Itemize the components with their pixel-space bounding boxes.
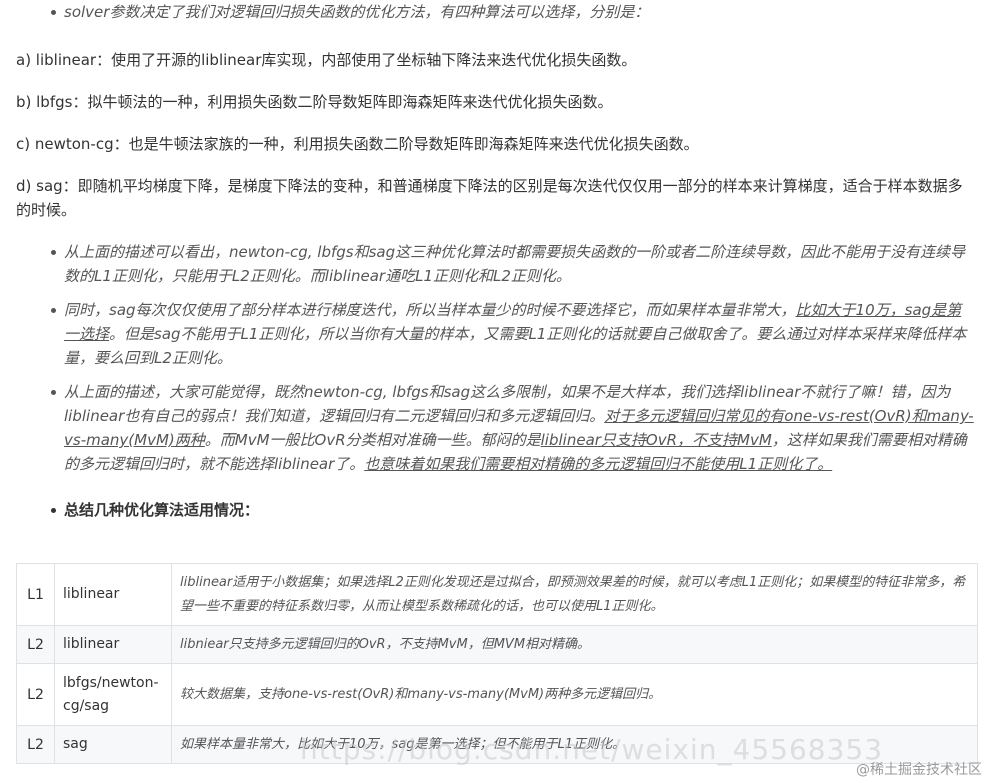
solver-cell: liblinear <box>54 563 172 626</box>
reg-cell: L1 <box>16 563 55 626</box>
intro-text: solver参数决定了我们对逻辑回归损失函数的优化方法，有四种算法可以选择，分别… <box>64 3 650 21</box>
summary-title: 总结几种优化算法适用情况： <box>64 501 260 519</box>
note-bullet-2: 同时，sag每次仅仅使用了部分样本进行梯度迭代，所以当样本量少的时候不要选择它，… <box>16 298 974 370</box>
algo-newton-cg: c) newton-cg：也是牛顿法家族的一种，利用损失函数二阶导数矩阵即海森矩… <box>16 135 699 153</box>
solver-cell: liblinear <box>54 625 172 664</box>
desc-cell: libniear只支持多元逻辑回归的OvR，不支持MvM，但MVM相对精确。 <box>171 625 978 664</box>
note-3-text: 从上面的描述，大家可能觉得，既然newton-cg, lbfgs和sag这么多限… <box>48 380 974 476</box>
algo-sag: d) sag：即随机平均梯度下降，是梯度下降法的变种，和普通梯度下降法的区别是每… <box>16 177 963 219</box>
note-1-text: 从上面的描述可以看出，newton-cg, lbfgs和sag这三种优化算法时都… <box>64 243 966 285</box>
algo-liblinear: a) liblinear：使用了开源的liblinear库实现，内部使用了坐标轴… <box>16 51 637 69</box>
bullet-dot <box>51 308 56 313</box>
note-3-underlined-3: 也意味着如果我们需要相对精确的多元逻辑回归不能使用L1正则化了。 <box>364 455 833 473</box>
desc-cell: 较大数据集，支持one-vs-rest(OvR)和many-vs-many(Mv… <box>171 663 978 726</box>
site-watermark: @稀土掘金技术社区 <box>856 762 982 778</box>
url-watermark: https://blog.csdn.net/weixin_45568353 <box>300 733 884 766</box>
solver-cell: sag <box>54 725 172 764</box>
intro-bullet: solver参数决定了我们对逻辑回归损失函数的优化方法，有四种算法可以选择，分别… <box>16 0 974 24</box>
bullet-dot <box>51 508 56 513</box>
summary-bullet: 总结几种优化算法适用情况： <box>16 498 974 522</box>
table-row: L2 lbfgs/newton-cg/sag 较大数据集，支持one-vs-re… <box>16 663 978 726</box>
note-3-part-b: 。而MvM一般比OvR分类相对准确一些。郁闷的是 <box>204 431 541 449</box>
algo-lbfgs: b) lbfgs：拟牛顿法的一种，利用损失函数二阶导数矩阵即海森矩阵来迭代优化损… <box>16 93 613 111</box>
reg-cell: L2 <box>16 725 55 764</box>
bullet-dot <box>51 250 56 255</box>
note-2-text: 同时，sag每次仅仅使用了部分样本进行梯度迭代，所以当样本量少的时候不要选择它，… <box>48 298 974 370</box>
reg-cell: L2 <box>16 625 55 664</box>
bullet-dot <box>51 10 56 15</box>
table-row: L2 liblinear libniear只支持多元逻辑回归的OvR，不支持Mv… <box>16 625 978 664</box>
note-2-part-b: 。但是sag不能用于L1正则化，所以当你有大量的样本，又需要L1正则化的话就要自… <box>64 325 967 367</box>
note-bullet-3: 从上面的描述，大家可能觉得，既然newton-cg, lbfgs和sag这么多限… <box>16 380 974 476</box>
solver-cell: lbfgs/newton-cg/sag <box>54 663 172 726</box>
article-body: solver参数决定了我们对逻辑回归损失函数的优化方法，有四种算法可以选择，分别… <box>0 0 990 522</box>
table-row: L1 liblinear liblinear适用于小数据集；如果选择L2正则化发… <box>16 563 978 626</box>
desc-cell: liblinear适用于小数据集；如果选择L2正则化发现还是过拟合，即预测效果差… <box>171 563 978 626</box>
reg-cell: L2 <box>16 663 55 726</box>
note-2-part-a: 同时，sag每次仅仅使用了部分样本进行梯度迭代，所以当样本量少的时候不要选择它，… <box>64 301 796 319</box>
note-3-underlined-2: liblinear只支持OvR，不支持MvM <box>540 431 772 449</box>
note-bullet-1: 从上面的描述可以看出，newton-cg, lbfgs和sag这三种优化算法时都… <box>16 240 974 288</box>
bullet-dot <box>51 390 56 395</box>
